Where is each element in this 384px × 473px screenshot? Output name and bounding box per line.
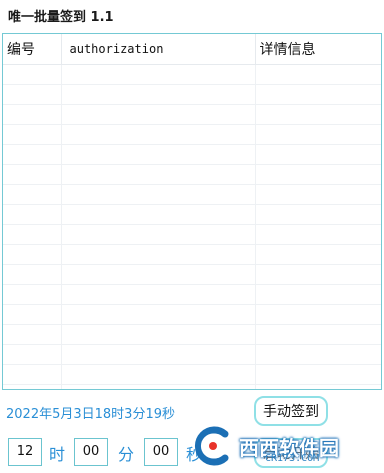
table-row[interactable] [3,224,381,245]
table-row[interactable] [3,304,381,325]
table-cell[interactable] [3,304,62,325]
manual-sign-button[interactable]: 手动签到 [254,396,328,426]
table-cell[interactable] [61,264,256,285]
table-cell[interactable] [3,104,62,125]
table-cell[interactable] [255,64,381,85]
table-cell[interactable] [255,144,381,165]
table-row[interactable] [3,244,381,265]
column-header-details[interactable]: 详情信息 [255,34,381,65]
table-row[interactable] [3,264,381,285]
minute-unit-label: 分 [118,445,135,464]
table-cell[interactable] [3,164,62,185]
table-cell[interactable] [255,104,381,125]
table-cell[interactable] [255,344,381,365]
table-cell[interactable] [255,204,381,225]
table-row[interactable] [3,184,381,205]
column-header-authorization[interactable]: authorization [61,34,256,65]
table-cell[interactable] [3,184,62,205]
table-cell[interactable] [61,324,256,345]
table-cell[interactable] [255,224,381,245]
table-cell[interactable] [255,384,381,389]
hour-input[interactable]: 12 [8,438,42,466]
table-cell[interactable] [3,384,62,389]
authorization-table[interactable]: 编号 authorization 详情信息 [2,33,382,390]
column-header-id[interactable]: 编号 [3,34,62,65]
table-cell[interactable] [3,364,62,385]
table-cell[interactable] [61,184,256,205]
second-input[interactable]: 00 [144,438,178,466]
table-cell[interactable] [61,144,256,165]
table-row[interactable] [3,204,381,225]
table-cell[interactable] [61,104,256,125]
table-cell[interactable] [255,364,381,385]
table-cell[interactable] [3,64,62,85]
table-cell[interactable] [255,264,381,285]
table-cell[interactable] [255,284,381,305]
table-cell[interactable] [3,84,62,105]
table-header-row: 编号 authorization 详情信息 [3,34,381,65]
table-row[interactable] [3,104,381,125]
table-cell[interactable] [3,284,62,305]
table-cell[interactable] [61,364,256,385]
table-row[interactable] [3,144,381,165]
table-cell[interactable] [255,164,381,185]
table-cell[interactable] [3,264,62,285]
table-cell[interactable] [61,124,256,145]
table-cell[interactable] [61,164,256,185]
table-row[interactable] [3,324,381,345]
table-row[interactable] [3,84,381,105]
table-cell[interactable] [61,384,256,389]
table-cell[interactable] [255,324,381,345]
table-cell[interactable] [61,344,256,365]
table-cell[interactable] [61,64,256,85]
table-row[interactable] [3,344,381,365]
table-row[interactable] [3,124,381,145]
table-row[interactable] [3,164,381,185]
table-cell[interactable] [61,84,256,105]
table-row[interactable] [3,64,381,85]
table-cell[interactable] [255,124,381,145]
current-datetime: 2022年5月3日18时3分19秒 [6,407,175,422]
hour-unit-label: 时 [49,445,66,464]
table-cell[interactable] [61,284,256,305]
table-cell[interactable] [61,304,256,325]
second-unit-label: 秒 [186,445,203,464]
table-cell[interactable] [255,244,381,265]
table-cell[interactable] [3,244,62,265]
app-title: 唯一批量签到 1.1 [8,10,114,25]
table-cell[interactable] [61,224,256,245]
table-row[interactable] [3,384,381,389]
start-button[interactable]: 启动开始 [254,438,328,468]
table-cell[interactable] [3,324,62,345]
table-cell[interactable] [255,184,381,205]
table-row[interactable] [3,284,381,305]
table-cell[interactable] [61,204,256,225]
table-cell[interactable] [3,344,62,365]
minute-input[interactable]: 00 [74,438,108,466]
table-cell[interactable] [3,204,62,225]
table-cell[interactable] [3,224,62,245]
table-cell[interactable] [255,84,381,105]
table-cell[interactable] [61,244,256,265]
table-cell[interactable] [3,124,62,145]
table-cell[interactable] [255,304,381,325]
table-row[interactable] [3,364,381,385]
table-cell[interactable] [3,144,62,165]
